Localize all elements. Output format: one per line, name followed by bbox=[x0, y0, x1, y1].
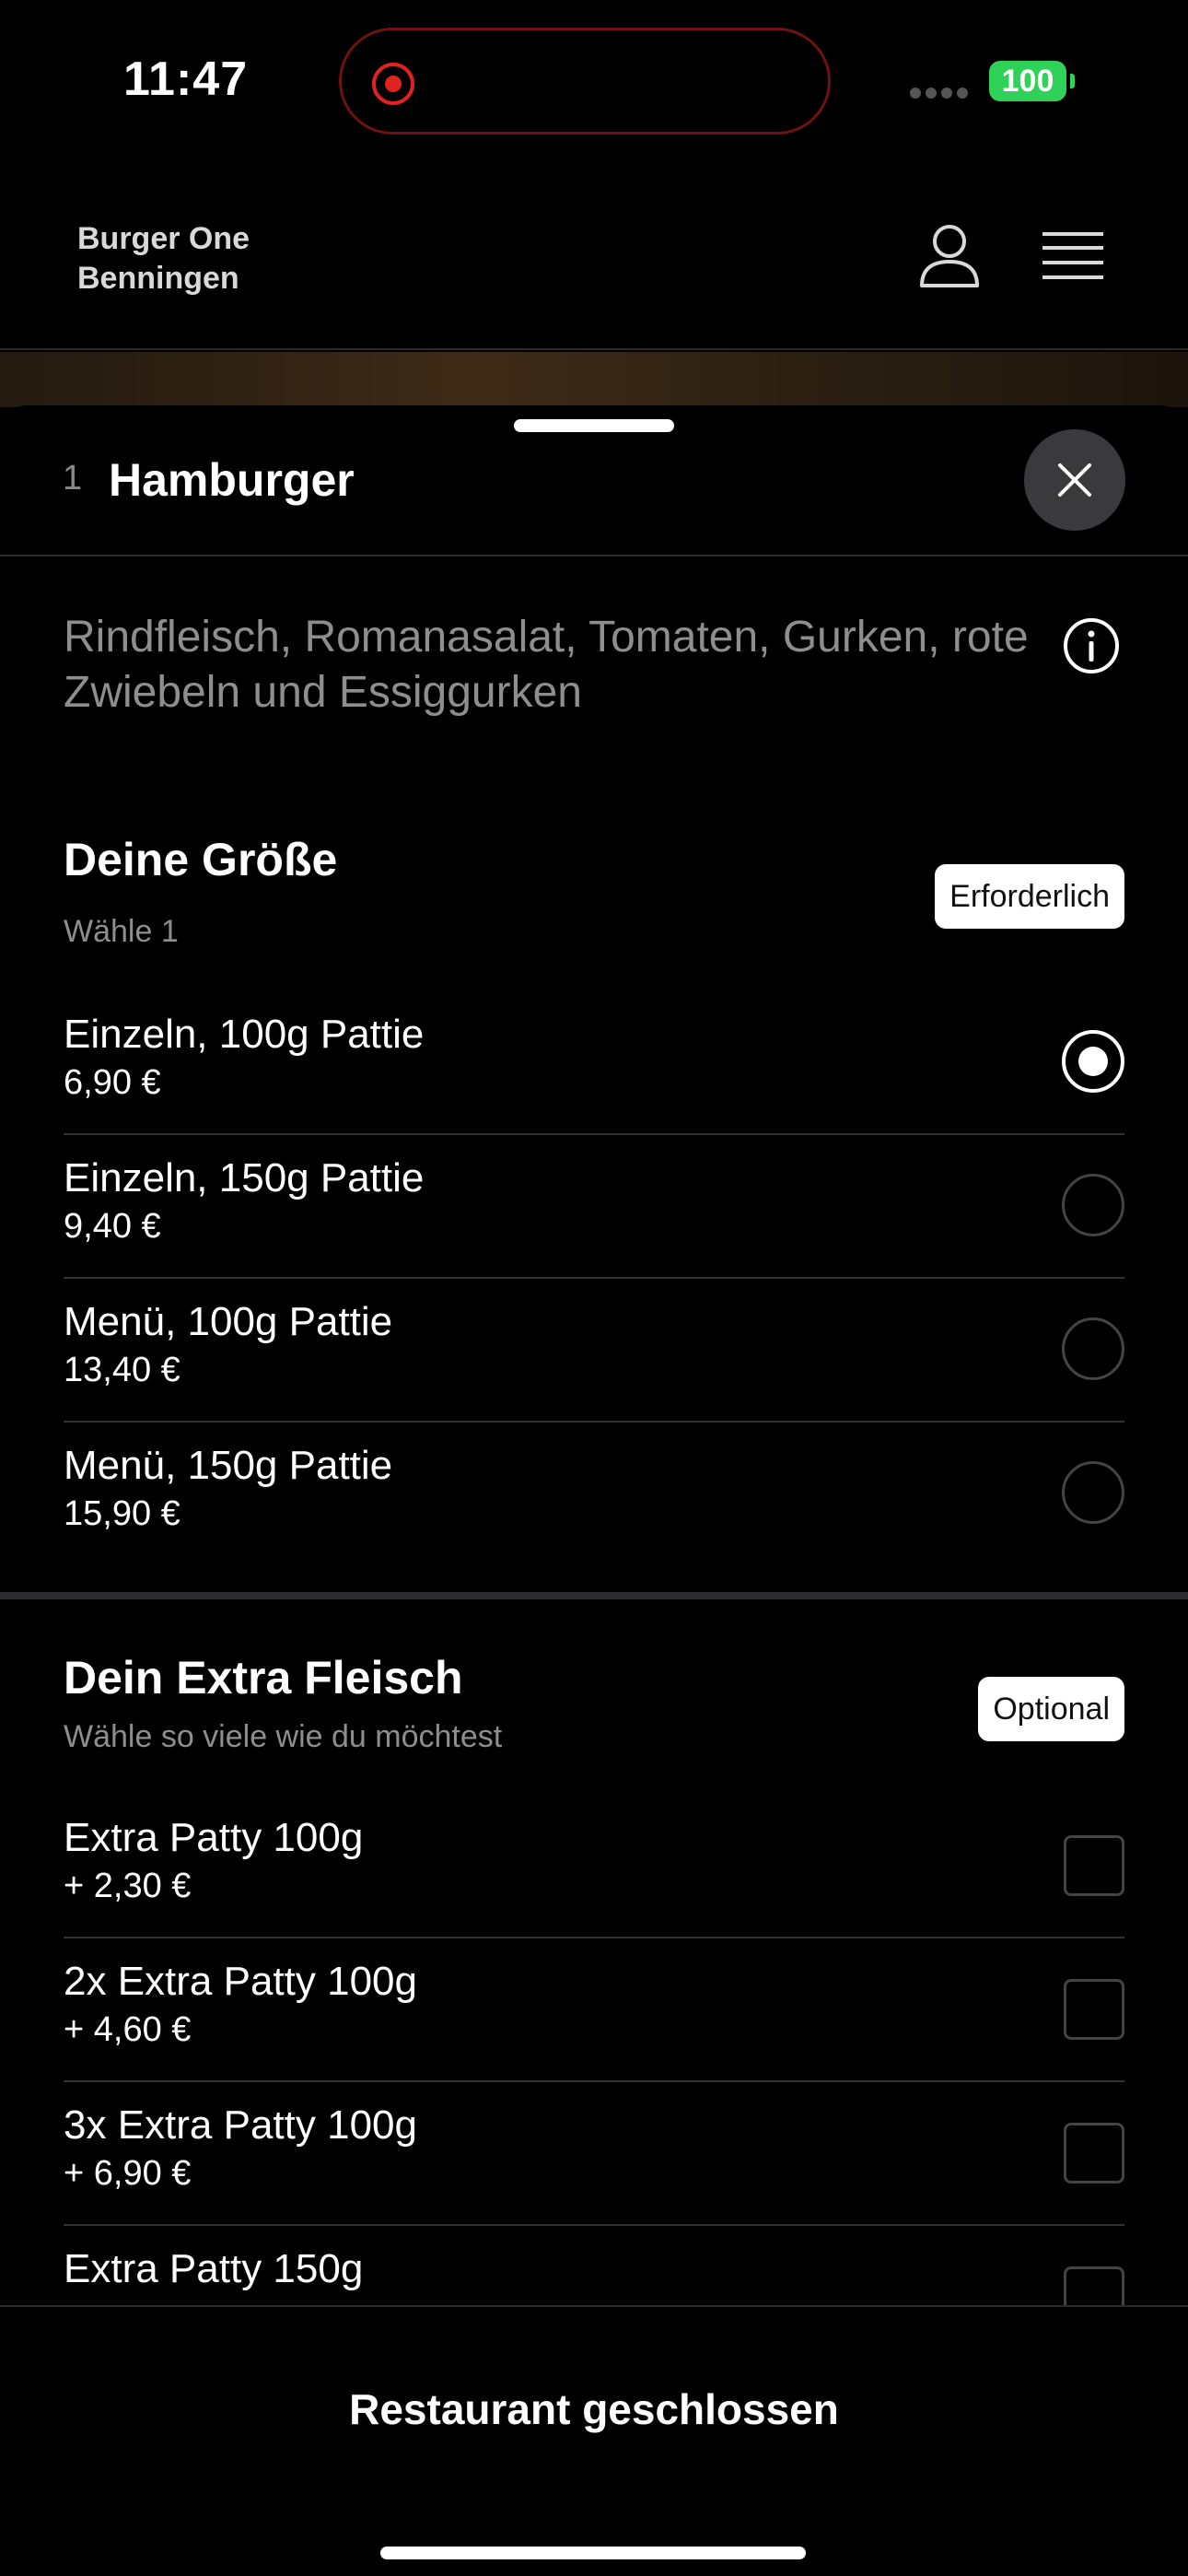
restaurant-name-line1: Burger One bbox=[77, 221, 250, 256]
size-option[interactable]: Menü, 150g Pattie 15,90 € bbox=[64, 1423, 1124, 1566]
restaurant-name-line2: Benningen bbox=[77, 261, 239, 296]
info-icon[interactable] bbox=[1063, 617, 1120, 674]
option-price: + 6,90 € bbox=[64, 2154, 192, 2193]
option-name: Einzeln, 100g Pattie bbox=[64, 1012, 425, 1057]
app-header: Burger One Benningen bbox=[0, 166, 1188, 350]
app-screen: 11:47 100 Burger One Benningen 1 Hamburg… bbox=[0, 0, 1188, 2576]
size-option[interactable]: Einzeln, 150g Pattie 9,40 € bbox=[64, 1135, 1124, 1279]
radio-icon[interactable] bbox=[1062, 1461, 1124, 1524]
signal-icon bbox=[910, 87, 974, 100]
section-divider bbox=[0, 1592, 1188, 1599]
radio-icon[interactable] bbox=[1062, 1317, 1124, 1380]
item-description: Rindfleisch, Romanasalat, Tomaten, Gurke… bbox=[64, 613, 1029, 717]
option-price: 15,90 € bbox=[64, 1494, 181, 1533]
size-section-title: Deine Größe bbox=[64, 834, 338, 885]
battery-tip bbox=[1070, 74, 1075, 88]
extra-option[interactable]: Extra Patty 100g + 2,30 € bbox=[64, 1795, 1124, 1938]
background-image bbox=[0, 352, 1188, 407]
radio-selected-icon[interactable] bbox=[1062, 1030, 1124, 1093]
item-title-row: 1 Hamburger bbox=[0, 405, 1188, 556]
option-price: + 2,30 € bbox=[64, 1867, 192, 1905]
item-quantity: 1 bbox=[63, 459, 83, 498]
close-icon bbox=[1058, 463, 1091, 497]
status-time: 11:47 bbox=[123, 53, 249, 106]
option-price: 6,90 € bbox=[64, 1063, 161, 1102]
option-name: Menü, 100g Pattie bbox=[64, 1299, 393, 1344]
optional-badge: Optional bbox=[978, 1677, 1124, 1741]
profile-icon[interactable] bbox=[917, 223, 982, 289]
option-name: Extra Patty 150g bbox=[64, 2246, 364, 2291]
status-bar: 11:47 100 bbox=[0, 0, 1188, 166]
option-price: + 4,60 € bbox=[64, 2010, 192, 2049]
checkbox[interactable] bbox=[1064, 2123, 1124, 2184]
recording-icon bbox=[372, 63, 414, 105]
home-indicator[interactable] bbox=[380, 2547, 806, 2559]
option-price: 9,40 € bbox=[64, 1207, 161, 1246]
option-name: 2x Extra Patty 100g bbox=[64, 1959, 417, 2004]
size-option[interactable]: Einzeln, 100g Pattie 6,90 € bbox=[64, 991, 1124, 1135]
restaurant-name[interactable]: Burger One Benningen bbox=[77, 219, 354, 299]
extra-section-title: Dein Extra Fleisch bbox=[64, 1652, 463, 1704]
checkbox[interactable] bbox=[1064, 1979, 1124, 2040]
radio-icon[interactable] bbox=[1062, 1174, 1124, 1236]
option-name: 3x Extra Patty 100g bbox=[64, 2102, 417, 2148]
extra-option[interactable]: 3x Extra Patty 100g + 6,90 € bbox=[64, 2082, 1124, 2226]
option-name: Menü, 150g Pattie bbox=[64, 1443, 393, 1488]
checkbox[interactable] bbox=[1064, 1835, 1124, 1896]
option-name: Einzeln, 150g Pattie bbox=[64, 1155, 425, 1200]
close-button[interactable] bbox=[1024, 429, 1125, 531]
item-detail-sheet: 1 Hamburger Rindfleisch, Romanasalat, To… bbox=[0, 405, 1188, 2576]
size-section-subtitle: Wähle 1 bbox=[64, 914, 179, 949]
option-name: Extra Patty 100g bbox=[64, 1815, 364, 1860]
dynamic-island[interactable] bbox=[339, 28, 831, 135]
size-option[interactable]: Menü, 100g Pattie 13,40 € bbox=[64, 1279, 1124, 1423]
option-price: 13,40 € bbox=[64, 1351, 181, 1389]
item-title: Hamburger bbox=[109, 454, 355, 506]
hamburger-menu-icon[interactable] bbox=[1042, 230, 1103, 282]
battery-indicator: 100 bbox=[989, 61, 1066, 101]
extra-option[interactable]: 2x Extra Patty 100g + 4,60 € bbox=[64, 1938, 1124, 2082]
restaurant-closed-label: Restaurant geschlossen bbox=[349, 2385, 839, 2433]
required-badge: Erforderlich bbox=[935, 864, 1124, 929]
bottom-bar: Restaurant geschlossen bbox=[0, 2305, 1188, 2576]
extra-section-subtitle: Wähle so viele wie du möchtest bbox=[64, 1719, 503, 1754]
